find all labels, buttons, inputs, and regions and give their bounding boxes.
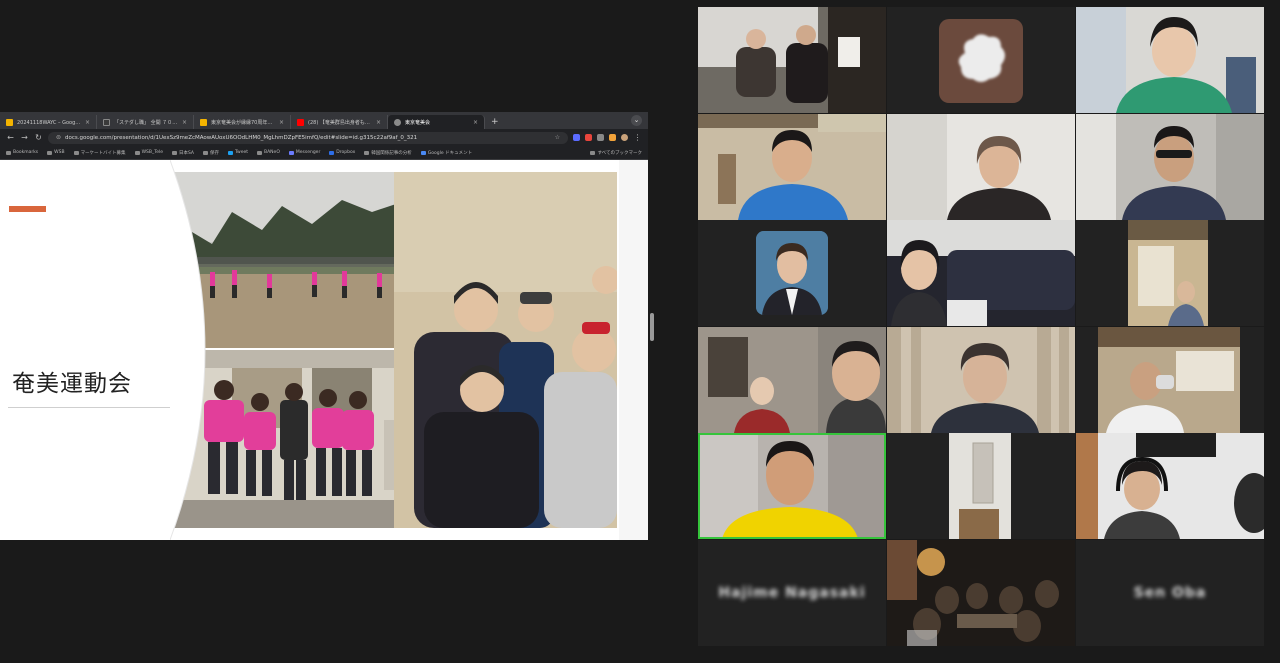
bookmark-item[interactable]: 日本SA [171, 150, 194, 156]
folder-icon [47, 150, 53, 155]
url-text: docs.google.com/presentation/d/1UexSz9me… [65, 134, 418, 141]
slide-curve-decoration [170, 160, 206, 540]
browser-tab[interactable]: (28) 【奄美群島出身者も吹ら】 × [291, 115, 388, 129]
browser-tab[interactable]: 東京奄美会が縁縁70周年式典・ × [194, 115, 291, 129]
participant-avatar-tile[interactable] [698, 220, 886, 326]
new-tab-button[interactable]: + [485, 115, 505, 129]
bookmarks-bar: Bookmarks WSB マーケートバイト募集 WSB_Tele 日本SA 保… [0, 146, 648, 160]
bookmark-item[interactable]: WSB [47, 150, 65, 155]
participant-avatar-tile[interactable] [887, 7, 1075, 113]
shared-screen[interactable]: 20241118WAYC – Google スラ × 「ステダし職」 全開 ７０… [0, 112, 648, 540]
participant-video-tile[interactable] [887, 114, 1075, 220]
tab-title: (28) 【奄美群島出身者も吹ら】 [308, 119, 372, 126]
reload-icon[interactable]: ↻ [34, 133, 43, 142]
participant-video-tile[interactable] [698, 7, 886, 113]
participant-video-tile[interactable] [887, 327, 1075, 433]
participant-video-tile[interactable] [887, 220, 1075, 326]
forward-icon[interactable]: → [20, 133, 29, 142]
bookmark-item[interactable]: 保存 [203, 150, 219, 156]
bookmark-item[interactable]: Google ドキュメント [420, 150, 472, 156]
site-favicon-icon [103, 118, 110, 126]
browser-tab-bar: 20241118WAYC – Google スラ × 「ステダし職」 全開 ７０… [0, 112, 648, 129]
all-bookmarks[interactable]: すべてのブックマーク [590, 150, 642, 156]
bookmark-item[interactable]: マーケートバイト募集 [73, 150, 126, 156]
extension-icon[interactable] [573, 134, 580, 141]
folder-icon [171, 150, 177, 155]
twitter-icon [228, 150, 234, 155]
tab-search-icon[interactable]: ⌄ [631, 115, 642, 126]
split-resize-handle[interactable] [650, 313, 654, 341]
participant-video-tile[interactable] [1076, 220, 1264, 326]
participant-avatar [939, 19, 1023, 103]
participant-avatar [756, 231, 828, 315]
folder-icon [134, 150, 140, 155]
site-info-icon[interactable]: ⊜ [56, 132, 61, 144]
participant-video-tile[interactable] [1076, 327, 1264, 433]
close-tab-icon[interactable]: × [85, 119, 90, 126]
meeting-window: 20241118WAYC – Google スラ × 「ステダし職」 全開 ７０… [0, 0, 1280, 663]
slide-photo-elders [394, 172, 617, 528]
site-favicon-icon [394, 118, 401, 126]
bookmark-item[interactable]: Dropbox [329, 150, 355, 155]
extension-icon[interactable] [585, 134, 592, 141]
slide-accent-bar [9, 206, 46, 212]
participant-video-tile[interactable] [1076, 7, 1264, 113]
participant-name: Sen Oba [1133, 585, 1207, 601]
bookmark-item[interactable]: Tweet [228, 150, 248, 155]
folder-icon [73, 150, 79, 155]
participant-video-tile[interactable] [698, 327, 886, 433]
participant-gallery: Hajime Nagasaki Sen Oba [698, 7, 1265, 647]
participant-name-tile[interactable]: Hajime Nagasaki [698, 540, 886, 646]
browser-tab[interactable]: 20241118WAYC – Google スラ × [0, 115, 97, 129]
browser-menu-icon[interactable]: ⋮ [633, 133, 642, 142]
participant-video-tile[interactable] [887, 433, 1075, 539]
tab-title: 東京奄美会が縁縁70周年式典・ [211, 119, 275, 126]
slides-favicon-icon [200, 118, 207, 126]
browser-tab-active[interactable]: 東京奄美会 × [388, 115, 485, 129]
folder-icon [364, 150, 370, 155]
address-row: ← → ↻ ⊜ docs.google.com/presentation/d/1… [0, 129, 648, 146]
folder-icon [590, 150, 596, 155]
bookmark-item[interactable]: Messenger [288, 150, 320, 155]
tab-title: 20241118WAYC – Google スラ [17, 119, 81, 126]
browser-tab[interactable]: 「ステダし職」 全開 ７００人に × [97, 115, 194, 129]
participant-video-tile[interactable] [887, 540, 1075, 646]
back-icon[interactable]: ← [6, 133, 15, 142]
bookmark-item[interactable]: Bookmarks [6, 150, 38, 155]
google-docs-icon [420, 150, 426, 155]
bookmark-star-icon[interactable]: ☆ [555, 132, 560, 144]
presentation-slide: 奄美運動会 [0, 160, 619, 540]
slide-divider [8, 407, 184, 408]
participant-video-tile-active-speaker[interactable] [698, 433, 886, 539]
folder-icon [6, 150, 11, 155]
extension-icon[interactable] [609, 134, 616, 141]
slide-viewport: 奄美運動会 [0, 160, 648, 540]
participant-video-tile[interactable] [698, 114, 886, 220]
tab-title: 東京奄美会 [405, 119, 431, 126]
participant-name-tile[interactable]: Sen Oba [1076, 540, 1264, 646]
bookmark-item[interactable]: 韓国関係記事の分析 [364, 150, 412, 156]
youtube-favicon-icon [297, 118, 304, 126]
messenger-icon [288, 150, 294, 155]
close-tab-icon[interactable]: × [376, 119, 381, 126]
participant-name: Hajime Nagasaki [718, 585, 866, 601]
close-tab-icon[interactable]: × [279, 119, 284, 126]
dropbox-icon [329, 150, 335, 155]
profile-avatar-icon[interactable] [621, 134, 628, 141]
folder-icon [257, 150, 263, 155]
address-bar[interactable]: ⊜ docs.google.com/presentation/d/1UexSz9… [48, 131, 568, 144]
slide-title: 奄美運動会 [12, 371, 132, 397]
close-tab-icon[interactable]: × [182, 119, 187, 126]
bookmark-item[interactable]: WSB_Tele [134, 150, 163, 155]
slides-favicon-icon [6, 118, 13, 126]
slide-gutter [619, 160, 648, 540]
folder-icon [203, 150, 209, 155]
bookmark-item[interactable]: BANeO [257, 150, 280, 155]
participant-video-tile[interactable] [1076, 433, 1264, 539]
participant-video-tile[interactable] [1076, 114, 1264, 220]
tab-title: 「ステダし職」 全開 ７００人に [114, 119, 178, 126]
extension-icon[interactable] [597, 134, 604, 141]
close-tab-icon[interactable]: × [473, 119, 478, 126]
